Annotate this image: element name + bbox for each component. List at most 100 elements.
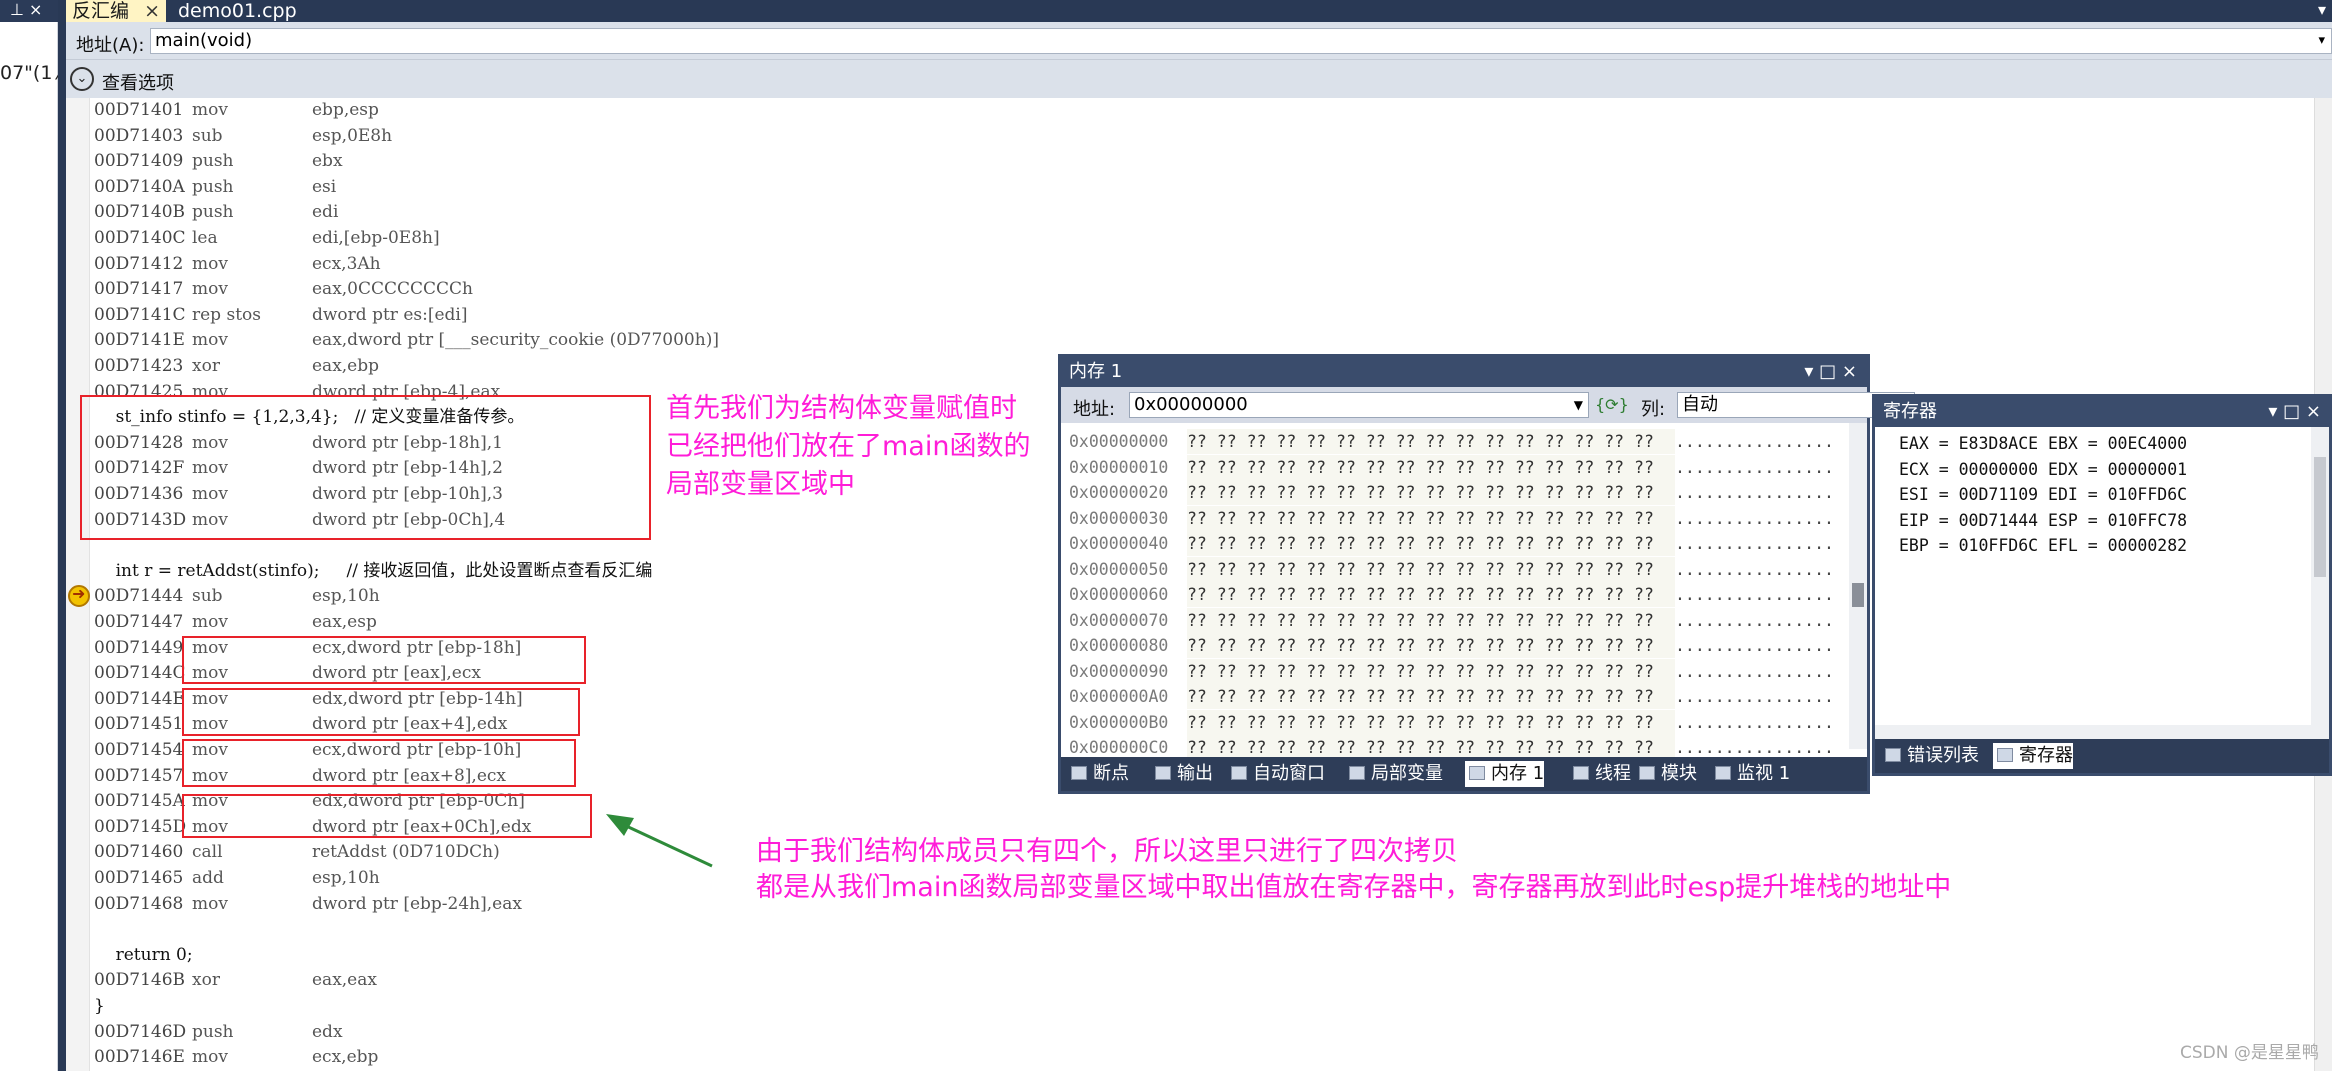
scroll-thumb[interactable] [1852, 583, 1864, 607]
chevron-down-icon[interactable]: ▾ [2318, 29, 2325, 53]
watermark: CSDN @是星星鸭 [2180, 1043, 2319, 1063]
disasm-line[interactable]: 00D7146B xor eax,eax [94, 968, 377, 993]
disasm-line[interactable]: 00D71423 xor eax,ebp [94, 354, 379, 379]
tab-dropdown-icon[interactable]: ▾ [2318, 0, 2326, 19]
instruction-operands: eax,eax [312, 970, 377, 991]
tool-tab[interactable]: 监视 1 [1711, 761, 1790, 787]
tool-tab-icon [1469, 766, 1485, 780]
scroll-thumb[interactable] [2314, 457, 2326, 577]
instruction-operands: eax,dword ptr [___security_cookie (0D770… [312, 330, 719, 351]
instruction-mnemonic: sub [192, 125, 223, 146]
source-line[interactable]: return 0; [94, 943, 193, 968]
register-line[interactable]: EIP = 00D71444 ESP = 010FFC78 [1899, 508, 2187, 533]
memory-titlebar[interactable]: 内存 1 ▾ □ × [1061, 357, 1867, 387]
instruction-operands: esp,10h [312, 868, 380, 888]
disasm-line[interactable]: 00D71444 sub esp,10h [94, 584, 380, 609]
memory-row-hex: ?? ?? ?? ?? ?? ?? ?? ?? ?? ?? ?? ?? ?? ?… [1187, 556, 1675, 582]
instruction-mnemonic: push [192, 202, 234, 223]
disasm-line[interactable]: 00D7140C lea edi,[ebp-0E8h] [94, 226, 440, 251]
registers-titlebar[interactable]: 寄存器 ▾ □ × [1875, 397, 2329, 427]
view-options-bar[interactable]: ⌄ 查看选项 [66, 60, 2332, 98]
disasm-line[interactable]: 00D7141C rep stos dword ptr es:[edi] [94, 303, 467, 328]
instruction-operands: esp,0E8h [312, 125, 393, 146]
reevaluate-icon[interactable]: {⟳} [1595, 395, 1629, 414]
instruction-address: 00D7144E [94, 688, 185, 709]
register-line[interactable]: EAX = E83D8ACE EBX = 00EC4000 [1899, 431, 2187, 456]
tool-tab[interactable]: 输出 [1151, 761, 1213, 787]
memory-row[interactable]: 0x00000050 ?? ?? ?? ?? ?? ?? ?? ?? ?? ?? … [1069, 556, 1834, 582]
memory-row-hex: ?? ?? ?? ?? ?? ?? ?? ?? ?? ?? ?? ?? ?? ?… [1187, 658, 1675, 684]
memory-row[interactable]: 0x00000020 ?? ?? ?? ?? ?? ?? ?? ?? ?? ?? … [1069, 480, 1834, 505]
chevron-down-icon[interactable]: ▼ [1574, 393, 1583, 417]
instruction-mnemonic: call [192, 842, 223, 863]
tool-tab[interactable]: 寄存器 [1993, 743, 2073, 769]
registers-scrollbar[interactable] [2311, 427, 2329, 743]
tool-tab-icon [1071, 766, 1087, 780]
disasm-line[interactable]: 00D7146D push edx [94, 1020, 343, 1045]
disasm-line[interactable]: 00D71447 mov eax,esp [94, 610, 377, 635]
tool-tab[interactable]: 自动窗口 [1227, 761, 1325, 787]
disasm-line[interactable]: 00D7140A push esi [94, 175, 336, 200]
register-line[interactable]: ECX = 00000000 EDX = 00000001 [1899, 457, 2187, 482]
memory-row-ascii: ................ [1675, 559, 1834, 579]
memory-row[interactable]: 0x00000030 ?? ?? ?? ?? ?? ?? ?? ?? ?? ?? … [1069, 505, 1834, 531]
disasm-line[interactable]: 00D7140B push edi [94, 200, 338, 225]
window-controls-icon[interactable]: ▾ □ × [1804, 357, 1857, 387]
instruction-mnemonic: xor [192, 356, 220, 376]
tool-tab-label: 寄存器 [2019, 745, 2073, 766]
memory-row[interactable]: 0x00000080 ?? ?? ?? ?? ?? ?? ?? ?? ?? ?? … [1069, 633, 1834, 658]
tool-tab[interactable]: 局部变量 [1345, 761, 1443, 787]
instruction-mnemonic: mov [192, 612, 228, 632]
tool-tab[interactable]: 断点 [1067, 761, 1129, 787]
memory-row[interactable]: 0x00000010 ?? ?? ?? ?? ?? ?? ?? ?? ?? ?? … [1069, 454, 1834, 480]
columns-value: 自动 [1682, 394, 1718, 415]
instruction-mnemonic: lea [192, 228, 218, 248]
memory-row[interactable]: 0x00000060 ?? ?? ?? ?? ?? ?? ?? ?? ?? ?? … [1069, 582, 1834, 607]
tab-demo01-cpp[interactable]: demo01.cpp [172, 0, 297, 22]
tool-tab[interactable]: 错误列表 [1881, 743, 1979, 769]
register-line[interactable]: EBP = 010FFD6C EFL = 00000282 [1899, 533, 2187, 558]
source-line[interactable]: int r = retAddst(stinfo); // 接收返回值，此处设置断… [94, 559, 653, 584]
disasm-line[interactable]: 00D71403 sub esp,0E8h [94, 124, 392, 149]
disasm-line[interactable]: 00D71401 mov ebp,esp [94, 98, 379, 123]
memory-row[interactable]: 0x00000040 ?? ?? ?? ?? ?? ?? ?? ?? ?? ?? … [1069, 531, 1834, 556]
source-line[interactable]: } [94, 994, 105, 1019]
address-value: main(void) [155, 30, 253, 51]
memory-row-address: 0x00000020 [1069, 483, 1169, 502]
disasm-line[interactable]: 00D7141E mov eax,dword ptr [___security_co… [94, 328, 719, 353]
disasm-line[interactable]: 00D71409 push ebx [94, 149, 343, 174]
disasm-line[interactable]: 00D71468 mov dword ptr [ebp-24h],eax [94, 892, 522, 917]
instruction-operands: edi [312, 202, 339, 223]
memory-row[interactable]: 0x000000B0 ?? ?? ?? ?? ?? ?? ?? ?? ?? ?? … [1069, 709, 1834, 735]
memory-row[interactable]: 0x000000A0 ?? ?? ?? ?? ?? ?? ?? ?? ?? ?? … [1069, 684, 1834, 709]
tool-tab[interactable]: 线程 [1569, 761, 1631, 787]
instruction-address: 00D7140A [94, 176, 185, 197]
disasm-line[interactable]: 00D7146E mov ecx,ebp [94, 1045, 378, 1070]
memory-address-input[interactable]: 0x00000000 ▼ [1129, 392, 1589, 418]
register-line[interactable]: ESI = 00D71109 EDI = 010FFD6C [1899, 482, 2187, 507]
expand-icon[interactable]: ⌄ [70, 67, 94, 91]
close-icon[interactable]: × [144, 0, 160, 22]
instruction-mnemonic: mov [192, 893, 228, 914]
tool-tab[interactable]: 内存 1 [1465, 761, 1545, 787]
instruction-address: 00D7141E [94, 330, 185, 351]
memory-row[interactable]: 0x00000000 ?? ?? ?? ?? ?? ?? ?? ?? ?? ?? … [1069, 429, 1834, 454]
memory-row[interactable]: 0x00000070 ?? ?? ?? ?? ?? ?? ?? ?? ?? ?? … [1069, 607, 1834, 633]
memory-scrollbar[interactable] [1849, 423, 1867, 749]
pin-icon[interactable]: ⊥ × [10, 0, 42, 19]
disasm-line[interactable]: 00D71412 mov ecx,3Ah [94, 252, 381, 277]
window-controls-icon[interactable]: ▾ □ × [2268, 397, 2321, 427]
tab-disassembly[interactable]: 反汇编 × [66, 0, 166, 22]
disasm-line[interactable]: 00D71417 mov eax,0CCCCCCCCh [94, 277, 473, 302]
registers-body[interactable]: EAX = E83D8ACE EBX = 00EC4000 ECX = 00000… [1875, 427, 2311, 743]
address-input[interactable]: main(void) ▾ [150, 28, 2332, 54]
memory-row-address: 0x00000060 [1069, 585, 1169, 604]
disasm-line[interactable]: 00D71465 add esp,10h [94, 866, 380, 891]
tool-tab[interactable]: 模块 [1635, 761, 1697, 787]
disasm-line[interactable]: 00D71460 call retAddst (0D710DCh) [94, 840, 500, 865]
instruction-mnemonic: xor [192, 970, 220, 991]
instruction-operands: esp,10h [312, 586, 380, 607]
left-panel: ⊥ × 07"(1 ⁄ [0, 0, 62, 1071]
memory-rows[interactable]: 0x00000000 ?? ?? ?? ?? ?? ?? ?? ?? ?? ?? … [1061, 423, 1853, 1071]
memory-row[interactable]: 0x00000090 ?? ?? ?? ?? ?? ?? ?? ?? ?? ?? … [1069, 658, 1834, 684]
